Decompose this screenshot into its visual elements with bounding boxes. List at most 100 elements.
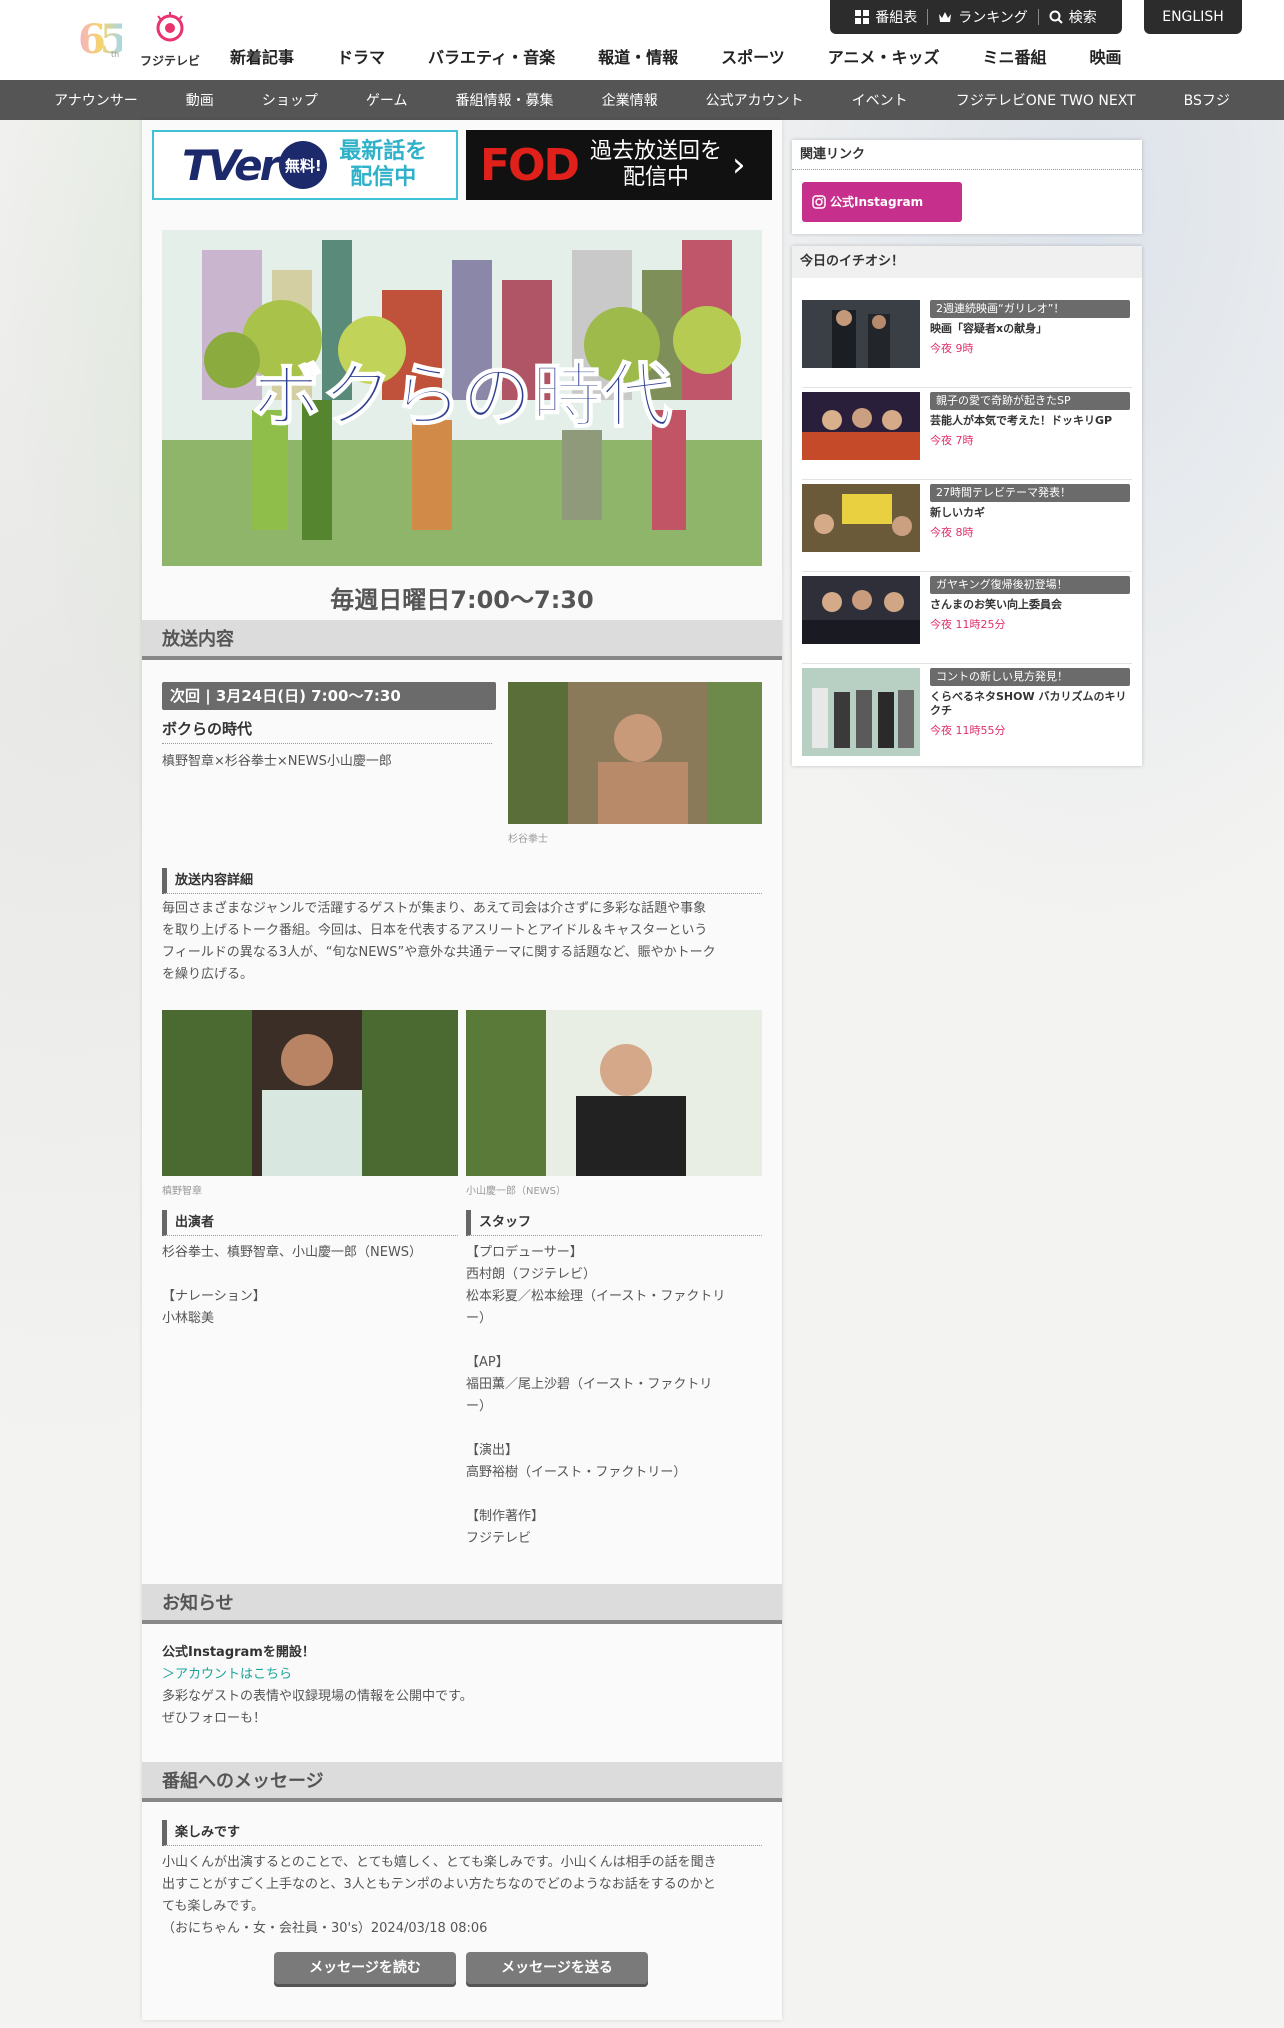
staff-line: 高野裕樹（イースト・ファクトリー） bbox=[466, 1465, 687, 1480]
pick-item[interactable]: コントの新しい見方発見！ くらべるネタSHOW バカリズムのキリクチ 今夜 11… bbox=[802, 668, 1132, 756]
staff-heading: スタッフ bbox=[466, 1210, 762, 1236]
staff-line: 【プロデューサー】 bbox=[466, 1245, 583, 1260]
subnav-official-accounts[interactable]: 公式アカウント bbox=[706, 90, 804, 110]
fod-line1: 過去放送回を bbox=[589, 139, 722, 164]
staff-line bbox=[466, 1330, 762, 1352]
thumbnail-image bbox=[802, 392, 920, 460]
pick-time: 今夜 11時25分 bbox=[930, 618, 1006, 631]
nav-sports[interactable]: スポーツ bbox=[721, 44, 785, 68]
tver-text: 最新話を 配信中 bbox=[339, 139, 427, 191]
staff-line: 【演出】 bbox=[466, 1443, 519, 1458]
pick-title: 映画「容疑者xの献身」 bbox=[930, 322, 1048, 335]
nav-anime-kids[interactable]: アニメ・キッズ bbox=[828, 44, 940, 68]
instagram-account-link[interactable]: ＞アカウントはこちら bbox=[162, 1664, 762, 1686]
next-broadcast-label: 次回 | 3月24日(日) 7:00〜7:30 bbox=[162, 682, 496, 710]
nav-drama[interactable]: ドラマ bbox=[337, 44, 385, 68]
site-logo[interactable]: 65 th フジテレビ bbox=[78, 12, 208, 68]
staff-line: フジテレビ bbox=[466, 1531, 532, 1546]
message-signature: （おにちゃん・女・会社員・30's）2024/03/18 08:06 bbox=[162, 1921, 488, 1936]
staff-line: ー） bbox=[466, 1399, 493, 1414]
pick-thumbnail bbox=[802, 668, 920, 756]
grid-icon bbox=[855, 10, 870, 24]
program-title: ボクらの時代 bbox=[162, 718, 492, 744]
logo-th: th bbox=[111, 50, 120, 59]
tver-banner[interactable]: TVer 無料! 最新話を 配信中 bbox=[152, 130, 458, 200]
detail-line: を繰り広げる。 bbox=[162, 967, 254, 982]
instagram-button[interactable]: 公式Instagram bbox=[802, 182, 962, 222]
tver-free-badge: 無料! bbox=[279, 141, 328, 189]
program-table-link[interactable]: 番組表 bbox=[855, 7, 917, 27]
pick-title: 芸能人が本気で考えた！ドッキリGP bbox=[930, 414, 1113, 427]
pick-item[interactable]: ガヤキング復帰後初登場！ さんまのお笑い向上委員会 今夜 11時25分 bbox=[802, 576, 1132, 664]
utility-bar: 番組表 ランキング 検索 bbox=[830, 0, 1122, 34]
subnav-announcers[interactable]: アナウンサー bbox=[54, 90, 138, 110]
nav-variety-music[interactable]: バラエティ・音楽 bbox=[428, 44, 555, 68]
site-header: 65 th フジテレビ 番組表 ランキング 検索 ENGLISH 新着記事 ドラ… bbox=[0, 0, 1284, 80]
related-links-box: 関連リンク 公式Instagram bbox=[792, 140, 1142, 234]
nav-mini-programs[interactable]: ミニ番組 bbox=[982, 44, 1046, 68]
program-guests: 槙野智章×杉谷拳士×NEWS小山慶一郎 bbox=[162, 754, 392, 769]
pick-title: さんまのお笑い向上委員会 bbox=[930, 598, 1062, 611]
chevron-right-icon: › bbox=[732, 145, 746, 185]
detail-text: 毎回さまざまなジャンルで活躍するゲストが集まり、あえて司会は介さずに多彩な話題や… bbox=[162, 898, 762, 986]
message-line: 小山くんが出演するとのことで、とても嬉しく、とても楽しみです。小山くんは相手の話… bbox=[162, 1855, 717, 1870]
eye-logo-icon bbox=[156, 12, 184, 42]
nav-movies[interactable]: 映画 bbox=[1089, 44, 1121, 68]
read-messages-button[interactable]: メッセージを読む bbox=[274, 1952, 456, 1984]
nav-new-articles[interactable]: 新着記事 bbox=[230, 44, 294, 68]
cast-line: 杉谷拳士、槙野智章、小山慶一郎（NEWS） bbox=[162, 1245, 423, 1260]
pick-title: くらべるネタSHOW バカリズムのキリクチ bbox=[930, 690, 1127, 717]
staff-line: 西村朗（フジテレビ） bbox=[466, 1267, 597, 1282]
nav-news-info[interactable]: 報道・情報 bbox=[598, 44, 678, 68]
send-message-button[interactable]: メッセージを送る bbox=[466, 1952, 648, 1984]
divider bbox=[927, 9, 929, 25]
subnav-bs-fuji[interactable]: BSフジ bbox=[1184, 90, 1230, 110]
pick-tag: 親子の愛で奇跡が起きたSP bbox=[930, 392, 1130, 410]
subnav-video[interactable]: 動画 bbox=[186, 90, 214, 110]
staff-line bbox=[466, 1418, 762, 1440]
message-line: 出すことがすごく上手なのと、3人ともテンポのよい方たちなのでどのようなお話をする… bbox=[162, 1877, 716, 1892]
section-heading-news: お知らせ bbox=[142, 1584, 782, 1624]
pick-tag: ガヤキング復帰後初登場！ bbox=[930, 576, 1130, 594]
fod-banner[interactable]: FOD 過去放送回を 配信中 › bbox=[466, 130, 772, 200]
subnav-program-info[interactable]: 番組情報・募集 bbox=[456, 90, 554, 110]
pick-item[interactable]: 親子の愛で奇跡が起きたSP 芸能人が本気で考えた！ドッキリGP 今夜 7時 bbox=[802, 392, 1132, 480]
news-line: 多彩なゲストの表情や収録現場の情報を公開中です。 bbox=[162, 1689, 473, 1704]
guest-photo bbox=[508, 682, 762, 824]
subnav-corporate[interactable]: 企業情報 bbox=[602, 90, 658, 110]
search-link[interactable]: 検索 bbox=[1049, 7, 1097, 27]
thumbnail-image bbox=[802, 300, 920, 368]
pick-tag: 27時間テレビテーマ発表！ bbox=[930, 484, 1130, 502]
guest-photo bbox=[162, 1010, 458, 1176]
detail-line: を取り上げるトーク番組。今回は、日本を代表するアスリートとアイドル＆キャスターと… bbox=[162, 923, 708, 938]
subnav-game[interactable]: ゲーム bbox=[366, 90, 408, 110]
subnav-one-two-next[interactable]: フジテレビONE TWO NEXT bbox=[956, 90, 1136, 110]
message-title: 楽しみです bbox=[162, 1820, 762, 1846]
pick-item[interactable]: 2週連続映画“ガリレオ”！ 映画「容疑者xの献身」 今夜 9時 bbox=[802, 300, 1132, 388]
subnav-events[interactable]: イベント bbox=[852, 90, 908, 110]
photo-caption: 小山慶一郎（NEWS） bbox=[466, 1186, 567, 1197]
detail-line: フィールドの異なる3人が、“旬なNEWS”や意外な共通テーマに関する話題など、賑… bbox=[162, 945, 716, 960]
english-button[interactable]: ENGLISH bbox=[1144, 0, 1242, 34]
hero-illustration: ボクらの時代 bbox=[162, 230, 762, 566]
pick-time: 今夜 7時 bbox=[930, 434, 974, 447]
tver-logo: TVer bbox=[182, 140, 280, 190]
search-icon bbox=[1049, 10, 1063, 24]
main-nav: 新着記事 ドラマ バラエティ・音楽 報道・情報 スポーツ アニメ・キッズ ミニ番… bbox=[230, 44, 1165, 68]
pick-time: 今夜 8時 bbox=[930, 526, 974, 539]
guest-photo bbox=[466, 1010, 762, 1176]
program-table-label: 番組表 bbox=[875, 10, 918, 26]
message-body: 小山くんが出演するとのことで、とても嬉しく、とても楽しみです。小山くんは相手の話… bbox=[162, 1852, 762, 1940]
instagram-button-label: 公式Instagram bbox=[830, 195, 924, 209]
logo-name: フジテレビ bbox=[140, 54, 201, 68]
pick-item[interactable]: 27時間テレビテーマ発表！ 新しいカギ 今夜 8時 bbox=[802, 484, 1132, 572]
thumbnail-image bbox=[802, 576, 920, 644]
photo-caption: 杉谷拳士 bbox=[508, 834, 548, 845]
pick-thumbnail bbox=[802, 300, 920, 368]
staff-line: 福田薫／尾上沙碧（イースト・ファクトリ bbox=[466, 1377, 713, 1392]
pick-thumbnail bbox=[802, 392, 920, 460]
fod-text: 過去放送回を 配信中 bbox=[590, 139, 722, 191]
fod-line2: 配信中 bbox=[622, 165, 689, 190]
ranking-link[interactable]: ランキング bbox=[938, 7, 1028, 27]
subnav-shop[interactable]: ショップ bbox=[262, 90, 318, 110]
